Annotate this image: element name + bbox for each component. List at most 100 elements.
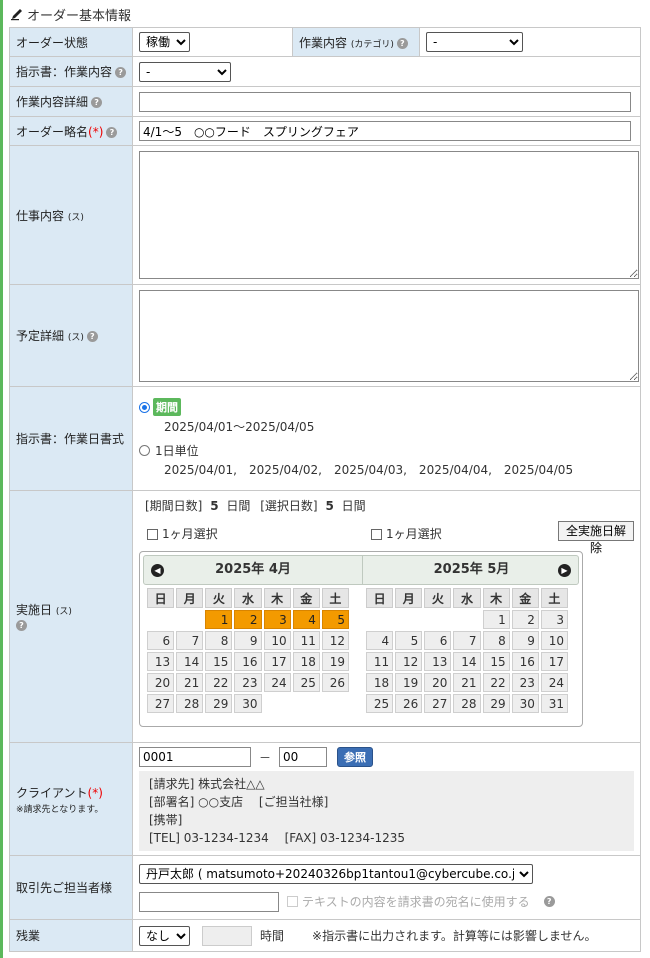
calendar-day[interactable]: 19 bbox=[321, 652, 349, 671]
calendar-day[interactable]: 14 bbox=[453, 652, 481, 671]
daily-text: 2025/04/01, 2025/04/02, 2025/04/03, 2025… bbox=[164, 463, 574, 477]
calendar-day[interactable]: 20 bbox=[147, 673, 175, 692]
calendar-day[interactable]: 6 bbox=[424, 631, 452, 650]
calendar-day[interactable]: 18 bbox=[366, 673, 394, 692]
overtime-select[interactable]: なし bbox=[139, 925, 190, 946]
calendar-empty-cell bbox=[293, 694, 320, 713]
calendar-month-april: 日月火水木金土 1 2 3 4 5 6 7 8 9 10 11 12 13 14 15 16 17 18 19 20 21… bbox=[145, 586, 351, 715]
calendar-day[interactable]: 26 bbox=[395, 694, 423, 713]
plan-detail-label: 予定詳細 (ス)? bbox=[9, 284, 133, 387]
contact-select[interactable]: 丹戸太郎 ( matsumoto+20240326bp1tantou1@cybe… bbox=[139, 863, 533, 884]
calendar-day[interactable]: 18 bbox=[292, 652, 320, 671]
work-content-select[interactable]: - bbox=[426, 32, 523, 52]
calendar-day[interactable]: 27 bbox=[147, 694, 175, 713]
calendar-day[interactable]: 21 bbox=[176, 673, 204, 692]
calendar-day[interactable]: 11 bbox=[292, 631, 320, 650]
calendar-day[interactable]: 24 bbox=[263, 673, 291, 692]
calendar-day[interactable]: 3 bbox=[540, 610, 568, 629]
calendar-day[interactable]: 9 bbox=[511, 631, 539, 650]
calendar-day[interactable]: 28 bbox=[453, 694, 481, 713]
calendar-day[interactable]: 23 bbox=[234, 673, 262, 692]
calendar-day[interactable]: 16 bbox=[511, 652, 539, 671]
calendar-day[interactable]: 29 bbox=[482, 694, 510, 713]
exec-date-label: 実施日 (ス)? bbox=[9, 490, 133, 743]
calendar-day[interactable]: 28 bbox=[176, 694, 204, 713]
calendar-day[interactable]: 22 bbox=[482, 673, 510, 692]
calendar-day[interactable]: 6 bbox=[147, 631, 175, 650]
calendar-day[interactable]: 1 bbox=[205, 610, 233, 629]
calendar-day[interactable]: 10 bbox=[263, 631, 291, 650]
overtime-hours-input[interactable] bbox=[202, 925, 252, 946]
calendar-day[interactable]: 10 bbox=[540, 631, 568, 650]
calendar-day[interactable]: 24 bbox=[540, 673, 568, 692]
date-format-label: 指示書：作業日書式 bbox=[9, 386, 133, 491]
help-icon[interactable]: ? bbox=[86, 331, 98, 342]
calendar-day[interactable]: 22 bbox=[205, 673, 233, 692]
calendar-day[interactable]: 7 bbox=[176, 631, 204, 650]
calendar-day[interactable]: 12 bbox=[395, 652, 423, 671]
calendar-day[interactable]: 20 bbox=[424, 673, 452, 692]
next-month-icon[interactable]: ▶ bbox=[558, 564, 571, 577]
help-icon[interactable]: ? bbox=[91, 97, 103, 108]
calendar-day[interactable]: 4 bbox=[292, 610, 320, 629]
job-content-label: 仕事内容 (ス) bbox=[9, 145, 133, 285]
help-icon[interactable]: ? bbox=[115, 67, 127, 78]
client-sub-code-input[interactable] bbox=[279, 747, 328, 767]
calendar-day[interactable]: 19 bbox=[395, 673, 423, 692]
work-detail-input[interactable] bbox=[139, 91, 631, 112]
calendar-day[interactable]: 21 bbox=[453, 673, 481, 692]
calendar-day[interactable]: 17 bbox=[540, 652, 568, 671]
calendar-day[interactable]: 16 bbox=[234, 652, 262, 671]
calendar-day[interactable]: 2 bbox=[234, 610, 262, 629]
plan-detail-textarea[interactable] bbox=[139, 289, 639, 382]
calendar-day[interactable]: 30 bbox=[511, 694, 539, 713]
month-select-2[interactable]: 1ヶ月選択 bbox=[371, 525, 442, 542]
daily-radio[interactable] bbox=[139, 445, 150, 456]
calendar-day[interactable]: 8 bbox=[205, 631, 233, 650]
calendar-day[interactable]: 31 bbox=[540, 694, 568, 713]
calendar-day[interactable]: 25 bbox=[366, 694, 394, 713]
instruction-work-label: 指示書：作業内容? bbox=[9, 56, 133, 87]
client-reference-button[interactable]: 参照 bbox=[337, 747, 374, 767]
calendar-day[interactable]: 8 bbox=[482, 631, 510, 650]
order-abbr-input[interactable] bbox=[139, 121, 631, 141]
help-icon[interactable]: ? bbox=[396, 37, 408, 49]
calendar-day[interactable]: 5 bbox=[395, 631, 423, 650]
client-code-input[interactable] bbox=[139, 747, 251, 767]
calendar-empty-cell bbox=[322, 694, 349, 713]
calendar-day[interactable]: 11 bbox=[366, 652, 394, 671]
order-status-select[interactable]: 稼働 bbox=[139, 32, 190, 52]
help-icon[interactable]: ? bbox=[106, 126, 118, 138]
calendar-day[interactable]: 5 bbox=[321, 610, 349, 629]
calendar-day[interactable]: 9 bbox=[234, 631, 262, 650]
calendar-day[interactable]: 2 bbox=[511, 610, 539, 629]
clear-all-dates-button[interactable]: 全実施日解除 bbox=[558, 521, 634, 555]
use-text-checkbox[interactable] bbox=[287, 896, 298, 907]
month-select-1[interactable]: 1ヶ月選択 bbox=[147, 525, 218, 542]
calendar-day[interactable]: 4 bbox=[366, 631, 394, 650]
calendar-day[interactable]: 23 bbox=[511, 673, 539, 692]
calendar-day[interactable]: 30 bbox=[234, 694, 262, 713]
calendar-day[interactable]: 3 bbox=[263, 610, 291, 629]
calendar-day[interactable]: 27 bbox=[424, 694, 452, 713]
calendar-day[interactable]: 14 bbox=[176, 652, 204, 671]
calendar-day[interactable]: 12 bbox=[321, 631, 349, 650]
calendar-empty-cell bbox=[264, 694, 291, 713]
calendar-day[interactable]: 17 bbox=[263, 652, 291, 671]
period-radio[interactable] bbox=[139, 401, 150, 413]
calendar-day[interactable]: 7 bbox=[453, 631, 481, 650]
calendar-day[interactable]: 15 bbox=[482, 652, 510, 671]
calendar-day[interactable]: 15 bbox=[205, 652, 233, 671]
calendar-day[interactable]: 13 bbox=[424, 652, 452, 671]
calendar-day[interactable]: 26 bbox=[321, 673, 349, 692]
calendar-empty-cell bbox=[424, 610, 451, 629]
instruction-work-select[interactable]: - bbox=[139, 61, 231, 82]
help-icon[interactable]: ? bbox=[543, 896, 555, 907]
calendar-day[interactable]: 25 bbox=[292, 673, 320, 692]
calendar-day[interactable]: 29 bbox=[205, 694, 233, 713]
calendar-day[interactable]: 1 bbox=[482, 610, 510, 629]
help-icon[interactable]: ? bbox=[16, 620, 27, 631]
job-content-textarea[interactable] bbox=[139, 151, 639, 279]
calendar-day[interactable]: 13 bbox=[147, 652, 175, 671]
contact-text-input[interactable] bbox=[139, 891, 279, 912]
